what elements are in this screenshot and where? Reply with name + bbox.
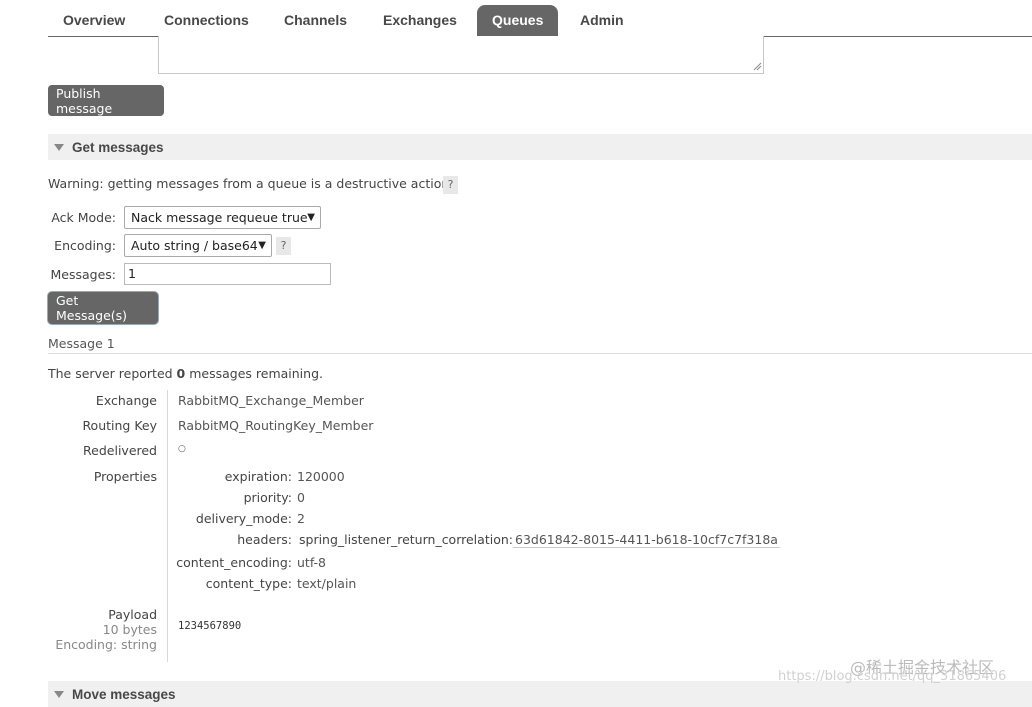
server-report-suffix: messages remaining. bbox=[185, 366, 323, 381]
tab-connections[interactable]: Connections bbox=[149, 5, 264, 37]
encoding-help-icon[interactable]: ? bbox=[276, 237, 291, 255]
exchange-value: RabbitMQ_Exchange_Member bbox=[178, 393, 364, 408]
header-key: spring_listener_return_correlation: bbox=[299, 532, 513, 547]
server-report: The server reported 0 messages remaining… bbox=[48, 366, 323, 381]
collapse-triangle-icon bbox=[54, 143, 64, 151]
payload-encoding: Encoding: string bbox=[55, 637, 157, 652]
redelivered-value: ○ bbox=[178, 444, 186, 454]
get-messages-button[interactable]: Get Message(s) bbox=[48, 292, 158, 324]
content-type-label: content_type: bbox=[205, 576, 292, 591]
expiration-label: expiration: bbox=[224, 469, 292, 484]
encoding-label: Encoding: bbox=[54, 238, 116, 253]
headers-label: headers: bbox=[237, 532, 292, 547]
section-title: Move messages bbox=[72, 686, 176, 702]
payload-label: Payload bbox=[108, 607, 157, 622]
tab-channels[interactable]: Channels bbox=[269, 5, 362, 37]
server-report-prefix: The server reported bbox=[48, 366, 177, 381]
remaining-count: 0 bbox=[176, 366, 186, 381]
ack-mode-label: Ack Mode: bbox=[51, 210, 116, 225]
ack-mode-value: Nack message requeue true bbox=[131, 210, 308, 225]
dropdown-arrow-icon: ▼ bbox=[307, 212, 315, 223]
divider bbox=[48, 353, 1032, 354]
content-encoding-value: utf-8 bbox=[297, 555, 327, 570]
expiration-value: 120000 bbox=[297, 469, 345, 484]
messages-label: Messages: bbox=[50, 267, 116, 282]
tab-overview[interactable]: Overview bbox=[48, 5, 140, 37]
section-title: Get messages bbox=[72, 139, 164, 155]
payload-size: 10 bytes bbox=[102, 622, 157, 637]
content-type-value: text/plain bbox=[297, 576, 357, 591]
delivery-mode-value: 2 bbox=[297, 511, 305, 526]
ack-mode-select[interactable]: Nack message requeue true ▼ bbox=[124, 206, 321, 229]
header-value: 63d61842-8015-4411-b618-10cf7c7f318a bbox=[513, 532, 780, 548]
properties-label: Properties bbox=[93, 469, 157, 484]
message-heading: Message 1 bbox=[48, 336, 115, 351]
exchange-label: Exchange bbox=[95, 393, 157, 408]
resize-grip-icon[interactable] bbox=[752, 61, 762, 71]
watermark-url: https://blog.csdn.net/qq_31865406 bbox=[778, 669, 1007, 684]
tab-exchanges[interactable]: Exchanges bbox=[368, 5, 472, 37]
content-encoding-label: content_encoding: bbox=[176, 555, 292, 570]
messages-count-input[interactable]: 1 bbox=[124, 263, 331, 285]
publish-message-button[interactable]: Publish message bbox=[48, 85, 164, 116]
routing-key-label: Routing Key bbox=[82, 418, 157, 433]
encoding-select[interactable]: Auto string / base64 ▼ bbox=[124, 234, 272, 257]
priority-label: priority: bbox=[243, 490, 292, 505]
field-separator bbox=[167, 390, 168, 662]
payload-value: 1234567890 bbox=[178, 620, 242, 632]
get-messages-section-header[interactable]: Get messages bbox=[48, 134, 1032, 160]
encoding-value: Auto string / base64 bbox=[131, 238, 258, 253]
warning-help-icon[interactable]: ? bbox=[443, 176, 458, 194]
dropdown-arrow-icon: ▼ bbox=[258, 240, 266, 251]
tab-admin[interactable]: Admin bbox=[565, 5, 639, 37]
tab-queues[interactable]: Queues bbox=[477, 5, 559, 37]
priority-value: 0 bbox=[297, 490, 305, 505]
payload-textarea[interactable] bbox=[158, 36, 764, 74]
warning-text: Warning: getting messages from a queue i… bbox=[48, 176, 454, 191]
redelivered-label: Redelivered bbox=[83, 443, 157, 458]
delivery-mode-label: delivery_mode: bbox=[195, 511, 292, 526]
collapse-triangle-icon bbox=[54, 690, 64, 698]
top-nav: Overview Connections Channels Exchanges … bbox=[48, 0, 1032, 37]
move-messages-section-header[interactable]: Move messages bbox=[48, 681, 1032, 707]
routing-key-value: RabbitMQ_RoutingKey_Member bbox=[178, 418, 374, 433]
